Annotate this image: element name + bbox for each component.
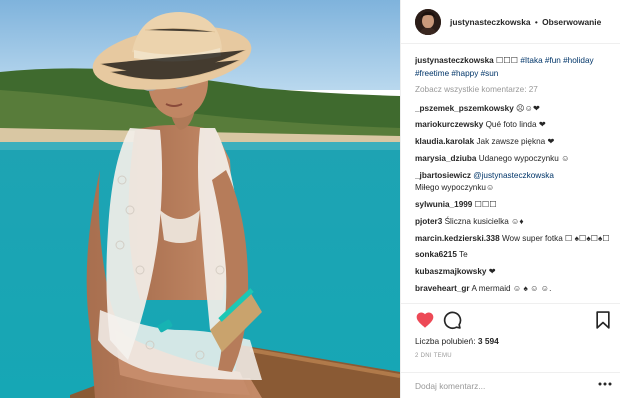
comment-username[interactable]: _pszemek_pszemkowsky: [415, 104, 514, 113]
comment: _pszemek_pszemkowsky ☹☺❤: [415, 103, 615, 116]
comment-username[interactable]: kubaszmajkowsky: [415, 267, 486, 276]
likes-value: 3 594: [477, 336, 499, 346]
comment: kubaszmajkowsky ❤: [415, 266, 615, 279]
comment: marcin.kedzierski.338 Wow super fotka ☐ …: [415, 233, 615, 246]
comment: sylwunia_1999 ☐☐☐: [415, 199, 615, 212]
comment-username[interactable]: sylwunia_1999: [415, 200, 472, 209]
add-comment-bar: [401, 372, 620, 398]
bookmark-icon[interactable]: [593, 310, 613, 330]
comment-username[interactable]: marcin.kedzierski.338: [415, 234, 500, 243]
avatar[interactable]: [415, 8, 441, 35]
comment-username[interactable]: mariokurczewsky: [415, 120, 483, 129]
post-actions: Liczba polubień: 3 594 2 DNI TEMU: [401, 303, 620, 373]
action-icons: [415, 310, 611, 332]
comment-username[interactable]: klaudia.karolak: [415, 137, 474, 146]
comment-text: ☹☺❤: [516, 103, 540, 113]
comment-text: Udanego wypoczynku ☺: [478, 153, 570, 163]
comment-text: Miłego wypoczynku☺: [415, 183, 495, 193]
comment: pjoter3 Śliczna kusicielka ☺♦: [415, 216, 615, 229]
comment-text: A mermaid ☺ ♠ ☺ ☺.: [471, 283, 552, 293]
comment: klaudia.karolak Jak zawsze piękna ❤: [415, 136, 615, 149]
comment-username[interactable]: sonka6215: [415, 250, 457, 259]
comment-text: Śliczna kusicielka ☺♦: [444, 216, 524, 226]
hashtag[interactable]: #fun: [545, 56, 561, 65]
comment-text: ☐☐☐: [474, 199, 497, 209]
post-side-panel: justynasteczkowska • Obserwowanie justyn…: [400, 0, 620, 398]
header-text: justynasteczkowska • Obserwowanie: [450, 17, 601, 27]
comment: _jbartosiewicz @justynasteczkowska Miłego…: [415, 170, 615, 195]
comment-username[interactable]: braveheart_gr: [415, 284, 470, 293]
likes-count[interactable]: Liczba polubień: 3 594: [415, 336, 499, 346]
view-all-comments-link[interactable]: Zobacz wszystkie komentarze: 27: [415, 84, 615, 97]
hashtag[interactable]: #holiday: [563, 56, 594, 65]
comment-text: ❤: [488, 267, 496, 277]
comment: mariokurczewsky Qué foto linda ❤: [415, 119, 615, 132]
header-username[interactable]: justynasteczkowska: [450, 17, 531, 27]
hashtag[interactable]: #freetime: [415, 69, 449, 78]
comment-text: Te: [459, 250, 468, 260]
likes-label: Liczba polubień:: [415, 336, 476, 346]
comment-mention[interactable]: @justynasteczkowska: [473, 171, 554, 180]
comment-username[interactable]: marysia_dziuba: [415, 154, 476, 163]
comment-text: Wow super fotka ☐ ♠☐♠☐♠☐: [501, 233, 610, 243]
caption-username[interactable]: justynasteczkowska: [415, 56, 494, 65]
comment-text: Jak zawsze piękna ❤: [476, 137, 555, 147]
caption: justynasteczkowska ☐☐☐ #Itaka #fun #holi…: [415, 55, 615, 80]
heart-icon[interactable]: [415, 310, 435, 330]
follow-button[interactable]: Obserwowanie: [542, 17, 601, 27]
photo-illustration: [0, 0, 400, 398]
avatar-image: [415, 8, 441, 35]
hashtag[interactable]: #happy: [451, 69, 478, 78]
comment-username[interactable]: pjoter3: [415, 217, 442, 226]
caption-text: ☐☐☐: [493, 56, 521, 65]
post-photo[interactable]: [0, 0, 400, 398]
comment: sonka6215 Te: [415, 249, 615, 262]
comments-list[interactable]: justynasteczkowska ☐☐☐ #Itaka #fun #holi…: [415, 55, 615, 303]
post-header: justynasteczkowska • Obserwowanie: [401, 0, 620, 44]
comment: marysia_dziuba Udanego wypoczynku ☺: [415, 153, 615, 166]
header-separator: •: [534, 16, 538, 27]
hashtag[interactable]: #sun: [481, 69, 499, 78]
instagram-post: justynasteczkowska • Obserwowanie justyn…: [0, 0, 620, 398]
comment-text: Qué foto linda ❤: [485, 120, 546, 130]
add-comment-input[interactable]: [415, 379, 585, 393]
more-options-icon[interactable]: [597, 376, 613, 392]
hashtag[interactable]: #Itaka: [520, 56, 542, 65]
post-timestamp[interactable]: 2 DNI TEMU: [415, 353, 452, 359]
comment: braveheart_gr A mermaid ☺ ♠ ☺ ☺.: [415, 283, 615, 296]
comment-icon[interactable]: [442, 310, 462, 330]
comment-username[interactable]: _jbartosiewicz: [415, 171, 471, 180]
